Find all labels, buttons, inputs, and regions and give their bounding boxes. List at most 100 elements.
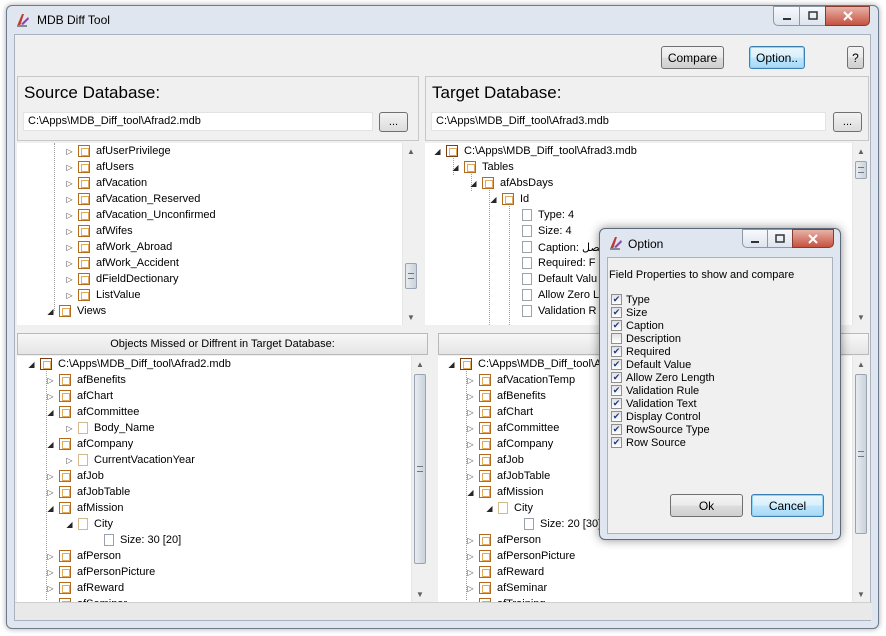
target-browse-button[interactable]: ... — [833, 112, 862, 132]
expand-icon[interactable]: ▷ — [466, 536, 475, 545]
tree-node[interactable]: ▷ afChart — [46, 388, 113, 404]
source-browse-button[interactable]: ... — [379, 112, 408, 132]
checkbox-checked-icon[interactable]: ✔ — [611, 437, 622, 448]
expand-icon[interactable]: ▷ — [466, 376, 475, 385]
checkbox-checked-icon[interactable]: ✔ — [611, 307, 622, 318]
expand-icon[interactable]: ▷ — [466, 440, 475, 449]
close-button[interactable] — [825, 6, 870, 26]
tree-node[interactable]: ◢ afCommittee — [46, 404, 139, 420]
collapse-icon[interactable]: ◢ — [489, 195, 498, 204]
scroll-thumb[interactable] — [414, 374, 426, 564]
tree-node[interactable]: ▷ afUsers — [65, 159, 134, 175]
expand-icon[interactable]: ▷ — [46, 376, 55, 385]
tree-node[interactable]: ▷ afPersonPicture — [46, 564, 155, 580]
tree-node[interactable]: ▷afSeminar — [466, 580, 547, 596]
scroll-up-icon[interactable]: ▲ — [853, 143, 869, 159]
tree-node[interactable]: Size: 20 [30] — [524, 516, 601, 532]
expand-icon[interactable]: ▷ — [65, 424, 74, 433]
tree-node[interactable]: ▷ afJobTable — [46, 484, 130, 500]
tree-node[interactable]: Type: 4 — [522, 207, 574, 223]
expand-icon[interactable]: ▷ — [466, 584, 475, 593]
option-required-checkbox[interactable]: ✔ Required — [611, 345, 671, 358]
tree-node[interactable]: ▷ afCommittee — [466, 420, 559, 436]
collapse-icon[interactable]: ◢ — [65, 520, 74, 529]
tree-node[interactable]: ▷ CurrentVacationYear — [65, 452, 195, 468]
expand-icon[interactable]: ▷ — [65, 211, 74, 220]
expand-icon[interactable]: ▷ — [466, 456, 475, 465]
tree-node[interactable]: ◢ C:\Apps\MDB_Diff_tool\Af — [447, 356, 604, 372]
option-type-checkbox[interactable]: ✔ Type — [611, 293, 650, 306]
tree-node[interactable]: ▷ afWork_Accident — [65, 255, 179, 271]
option-validation-text-checkbox[interactable]: ✔ Validation Text — [611, 397, 697, 410]
option-display-control-checkbox[interactable]: ✔ Display Control — [611, 410, 701, 423]
missed-target-scrollbar[interactable]: ▲ ▼ — [411, 356, 428, 602]
tree-node[interactable]: ▷ afPersonPicture — [466, 548, 575, 564]
scroll-down-icon[interactable]: ▼ — [412, 586, 428, 602]
checkbox-checked-icon[interactable]: ✔ — [611, 424, 622, 435]
tree-node[interactable]: ▷ afJob — [46, 468, 104, 484]
tree-node[interactable]: ▷ afReward — [46, 580, 124, 596]
tree-node[interactable]: ◢ afCompany — [46, 436, 133, 452]
dialog-close-button[interactable] — [792, 229, 834, 248]
tree-node[interactable]: ▷ dFieldDectionary — [65, 271, 179, 287]
scroll-thumb[interactable] — [405, 263, 417, 289]
tree-node[interactable]: Allow Zero L — [522, 287, 599, 303]
help-button[interactable]: ? — [847, 46, 864, 69]
expand-icon[interactable]: ▷ — [46, 568, 55, 577]
collapse-icon[interactable]: ◢ — [447, 360, 456, 369]
collapse-icon[interactable]: ◢ — [469, 179, 478, 188]
tree-node[interactable]: ▷ afReward — [466, 564, 544, 580]
checkbox-unchecked-icon[interactable] — [611, 333, 622, 344]
collapse-icon[interactable]: ◢ — [46, 504, 55, 513]
tree-node[interactable]: ▷ afJob — [466, 452, 524, 468]
collapse-icon[interactable]: ◢ — [433, 147, 442, 156]
tree-node[interactable]: ◢ Tables — [451, 159, 514, 175]
tree-node[interactable]: ◢ C:\Apps\MDB_Diff_tool\Afrad3.mdb — [433, 143, 637, 159]
tree-node[interactable]: ◢ afMission — [46, 500, 123, 516]
tree-node[interactable]: ▷ afVacation_Unconfirmed — [65, 207, 216, 223]
expand-icon[interactable]: ▷ — [65, 147, 74, 156]
expand-icon[interactable]: ▷ — [65, 163, 74, 172]
collapse-icon[interactable]: ◢ — [46, 307, 55, 316]
collapse-icon[interactable]: ◢ — [466, 488, 475, 497]
tree-node[interactable]: ▷ afWork_Abroad — [65, 239, 172, 255]
scroll-up-icon[interactable]: ▲ — [403, 143, 419, 159]
source-tree-scrollbar[interactable]: ▲ ▼ — [402, 143, 419, 325]
expand-icon[interactable]: ▷ — [65, 259, 74, 268]
tree-node[interactable]: ▷ afJobTable — [466, 468, 550, 484]
tree-node[interactable]: ◢ City — [485, 500, 533, 516]
tree-node[interactable]: Caption: فصل — [522, 239, 605, 255]
option-row-source-checkbox[interactable]: ✔ Row Source — [611, 436, 686, 449]
expand-icon[interactable]: ▷ — [65, 291, 74, 300]
expand-icon[interactable]: ▷ — [46, 392, 55, 401]
expand-icon[interactable]: ▷ — [466, 392, 475, 401]
expand-icon[interactable]: ▷ — [65, 179, 74, 188]
scroll-down-icon[interactable]: ▼ — [853, 586, 869, 602]
scroll-down-icon[interactable]: ▼ — [403, 309, 419, 325]
scroll-thumb[interactable] — [855, 374, 867, 534]
option-caption-checkbox[interactable]: ✔ Caption — [611, 319, 664, 332]
target-tree-scrollbar[interactable]: ▲ ▼ — [852, 143, 869, 325]
expand-icon[interactable]: ▷ — [65, 227, 74, 236]
target-path-input[interactable]: C:\Apps\MDB_Diff_tool\Afrad3.mdb — [431, 112, 826, 131]
maximize-button[interactable] — [799, 6, 826, 26]
tree-node[interactable]: Required: F — [522, 255, 595, 271]
collapse-icon[interactable]: ◢ — [27, 360, 36, 369]
collapse-icon[interactable]: ◢ — [485, 504, 494, 513]
option-validation-rule-checkbox[interactable]: ✔ Validation Rule — [611, 384, 699, 397]
tree-node[interactable]: ◢ C:\Apps\MDB_Diff_tool\Afrad2.mdb — [27, 356, 231, 372]
expand-icon[interactable]: ▷ — [466, 568, 475, 577]
expand-icon[interactable]: ▷ — [46, 472, 55, 481]
collapse-icon[interactable]: ◢ — [46, 408, 55, 417]
tree-node[interactable]: ▷ afVacation_Reserved — [65, 191, 200, 207]
cancel-button[interactable]: Cancel — [751, 494, 824, 517]
expand-icon[interactable]: ▷ — [46, 584, 55, 593]
checkbox-checked-icon[interactable]: ✔ — [611, 385, 622, 396]
expand-icon[interactable]: ▷ — [65, 243, 74, 252]
compare-button[interactable]: Compare — [661, 46, 724, 69]
tree-node[interactable]: ◢ Views — [46, 303, 106, 319]
scroll-up-icon[interactable]: ▲ — [853, 356, 869, 372]
scroll-up-icon[interactable]: ▲ — [412, 356, 428, 372]
checkbox-checked-icon[interactable]: ✔ — [611, 359, 622, 370]
tree-node[interactable]: Validation R — [522, 303, 597, 319]
